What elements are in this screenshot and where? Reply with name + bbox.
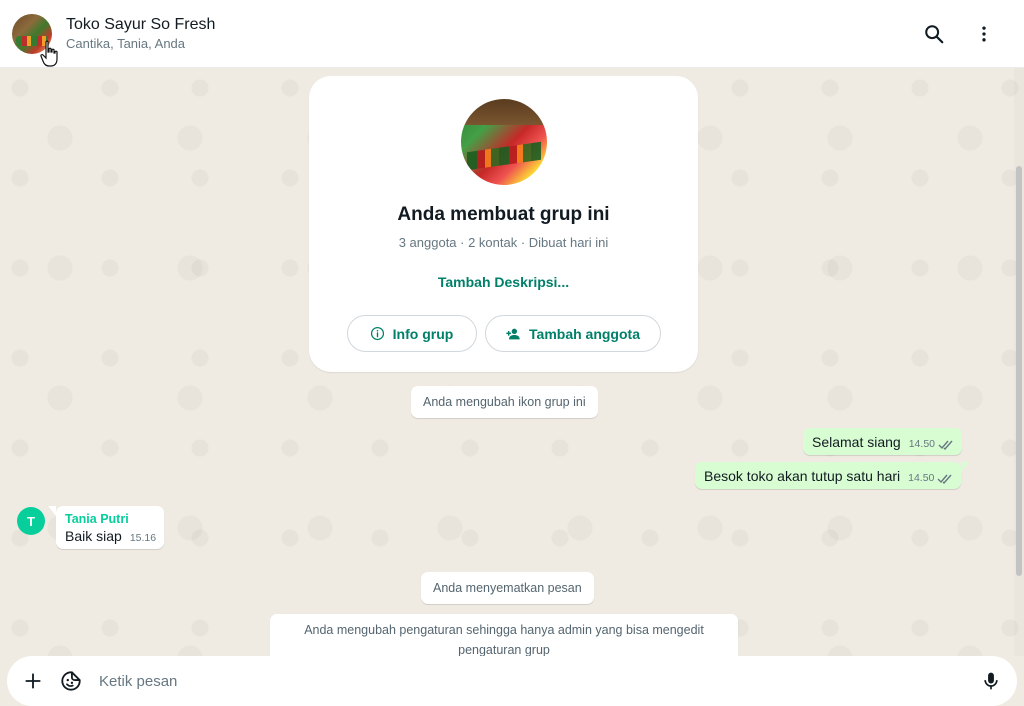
message-composer [0,656,1024,706]
info-icon [370,326,384,341]
group-info-button[interactable]: Info grup [346,315,477,352]
plus-icon [25,673,41,689]
double-check-icon [938,440,953,450]
group-info-label: Info grup [392,325,454,342]
message-meta: 14.50 [908,472,953,484]
card-title: Anda membuat grup ini [397,204,610,225]
message-text: Selamat siang [812,434,901,450]
chat-scrollbar-thumb[interactable] [1016,166,1022,576]
add-member-button[interactable]: Tambah anggota [484,315,661,352]
system-message-settings: Anda mengubah pengaturan sehingga hanya … [270,614,738,656]
search-button[interactable] [920,20,948,48]
message-text: Besok toko akan tutup satu hari [704,468,901,484]
search-icon [925,24,944,43]
sender-name[interactable]: Tania Putri [65,512,129,526]
message-input[interactable] [99,672,977,690]
message-meta: 14.50 [909,438,954,450]
sender-avatar[interactable]: T [17,507,45,535]
bubble-tail [961,462,970,472]
group-info-card: Anda membuat grup ini 3 anggota · 2 kont… [309,76,698,372]
card-subtitle: 3 anggota · 2 kontak · Dibuat hari ini [398,235,609,250]
outgoing-message[interactable]: Selamat siang 14.50 [803,428,962,455]
group-name: Toko Sayur So Fresh [66,15,216,33]
microphone-icon [984,672,998,690]
outgoing-message[interactable]: Besok toko akan tutup satu hari 14.50 [695,462,970,489]
add-person-icon [506,328,520,339]
menu-button[interactable] [970,20,998,48]
chat-title-block[interactable]: Toko Sayur So Fresh Cantika, Tania, Anda [66,15,215,53]
attach-button[interactable] [19,667,47,695]
bubble-tail [48,506,56,516]
incoming-message[interactable]: Tania Putri Baik siap 15.16 [48,506,165,549]
more-vertical-icon [982,26,986,41]
hand-cursor-icon [40,40,58,67]
group-avatar-large[interactable] [460,99,547,185]
add-member-label: Tambah anggota [529,325,640,342]
double-check-icon [937,474,952,484]
group-members: Cantika, Tania, Anda [66,35,186,51]
chat-area[interactable]: Anda membuat grup ini 3 anggota · 2 kont… [0,68,1024,656]
system-message-pin: Anda menyematkan pesan [421,572,594,604]
message-meta: 15.16 [129,532,157,544]
system-message-icon-change: Anda mengubah ikon grup ini [411,386,598,418]
sticker-button[interactable] [57,667,85,695]
add-description-link[interactable]: Tambah Deskripsi... [438,274,569,290]
voice-message-button[interactable] [977,667,1005,695]
message-text: Baik siap [65,528,122,544]
chat-header: Toko Sayur So Fresh Cantika, Tania, Anda [0,0,1024,68]
sticker-icon [61,671,81,691]
